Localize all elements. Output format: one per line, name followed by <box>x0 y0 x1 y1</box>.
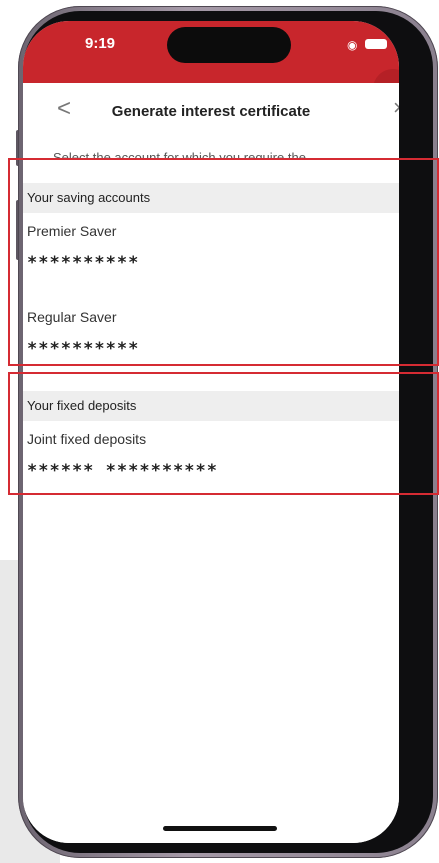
account-name: Regular Saver <box>27 309 117 325</box>
intro-text: Select the account for which you require… <box>53 150 306 159</box>
status-time: 9:19 <box>85 35 116 52</box>
chevron-right-icon: › <box>398 237 399 263</box>
close-icon[interactable]: × <box>393 95 399 121</box>
chevron-right-icon: › <box>398 445 399 471</box>
sheet-header: < Generate interest certificate × <box>23 83 399 139</box>
account-number: ********** <box>27 253 140 273</box>
account-row-premier-saver[interactable]: Premier Saver ********** › <box>23 213 399 299</box>
account-name: Joint fixed deposits <box>27 431 147 447</box>
app-screen: 9:19 ◉ < Generate interest certificate ×… <box>23 21 399 843</box>
page-title: Generate interest certificate <box>111 103 311 120</box>
dynamic-island <box>167 27 291 63</box>
wifi-icon: ◉ <box>347 38 358 52</box>
account-name: Premier Saver <box>27 223 117 239</box>
account-row-regular-saver[interactable]: Regular Saver ********** › <box>23 299 399 385</box>
section-header-fixed-deposits: Your fixed deposits <box>23 391 399 421</box>
status-bar: 9:19 ◉ <box>23 21 399 109</box>
account-number: ****** ********** <box>27 461 218 481</box>
home-indicator <box>163 826 277 831</box>
section-header-saving-accounts: Your saving accounts <box>23 183 399 213</box>
account-number: ********** <box>27 339 140 359</box>
certificate-sheet: < Generate interest certificate × Select… <box>23 83 399 843</box>
chevron-right-icon: › <box>398 323 399 349</box>
account-row-joint-fixed-deposits[interactable]: Joint fixed deposits ****** ********** › <box>23 421 399 507</box>
battery-icon <box>365 39 387 49</box>
